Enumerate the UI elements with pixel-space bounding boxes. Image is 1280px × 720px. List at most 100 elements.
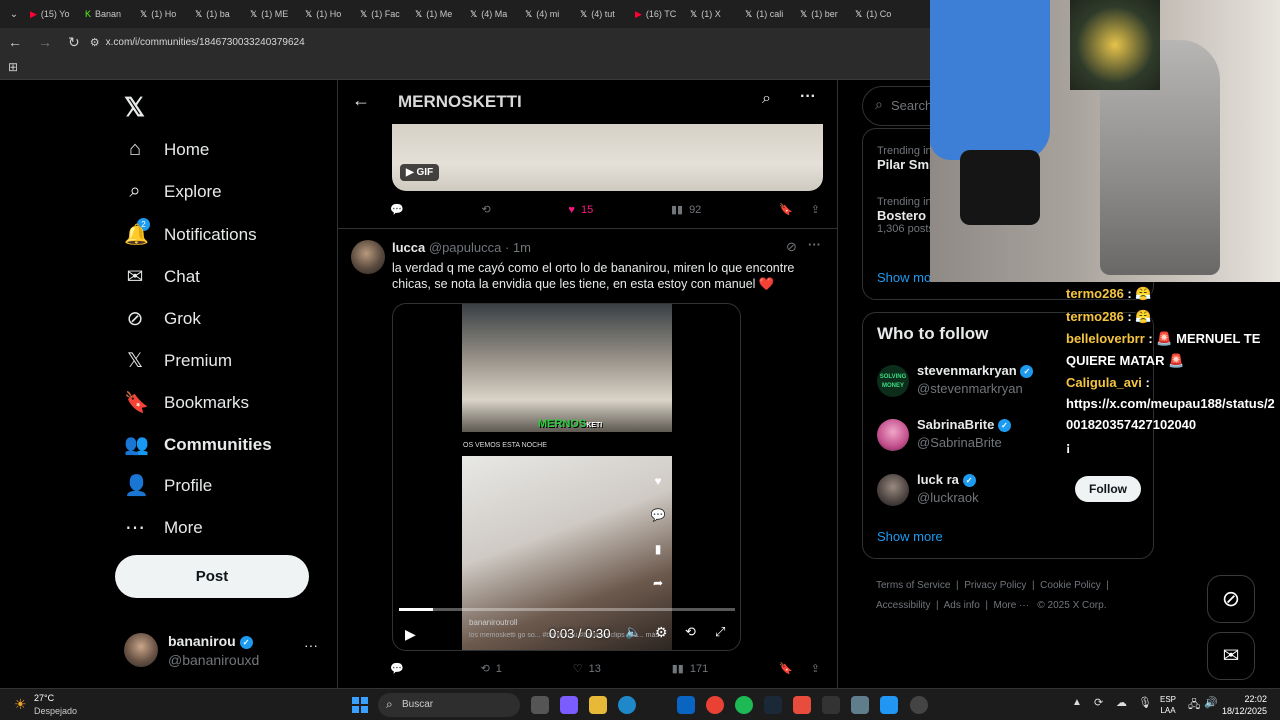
footer-link[interactable]: Terms of Service [876,580,950,591]
volume-icon[interactable]: 🔊 [1204,696,1218,709]
browser-tab[interactable]: 𝕏 (1) Fac [354,1,409,27]
taskbar-search[interactable]: ⌕ Buscar [378,693,520,717]
chrome-icon[interactable] [706,696,724,714]
apps-grid-icon[interactable]: ⊞ [8,60,18,74]
app-icon[interactable] [851,696,869,714]
rotate-icon[interactable]: ⟲ [685,624,696,640]
browser-tab[interactable]: K Banan [79,1,134,27]
views-button[interactable]: ▮▮ 92 [671,203,701,217]
author-avatar[interactable] [351,240,385,274]
browser-tab[interactable]: ▶ (16) TC [629,1,684,27]
task-view-icon[interactable] [531,696,549,714]
play-icon[interactable]: ▶ [405,626,416,643]
site-info-icon[interactable]: ⚙ [90,36,100,49]
browser-tab[interactable]: 𝕏 (1) ME [244,1,299,27]
author-handle[interactable]: @papulucca [429,240,501,255]
account-switcher[interactable]: bananirou ✓ @bananirouxd ··· [124,633,324,669]
browser-tab[interactable]: 𝕏 (1) X [684,1,739,27]
weather-widget[interactable]: ☀ 27°C Despejado [14,692,94,718]
repost-button[interactable]: ⟲ 1 [481,662,502,676]
nav-item-explore[interactable]: ⌕ Explore [124,180,221,203]
nav-item-premium[interactable]: 𝕏 Premium [124,348,232,373]
outlook-icon[interactable] [677,696,695,714]
nav-item-profile[interactable]: 👤 Profile [124,473,212,498]
nav-item-home[interactable]: ⌂ Home [124,138,209,161]
share-icon[interactable]: ⇪ [811,203,820,216]
footer-link[interactable]: More ··· [994,600,1030,611]
search-icon[interactable]: ⌕ [762,90,771,108]
trend-item[interactable]: Trending in Bostero 1,306 posts [877,196,934,235]
tweet[interactable]: lucca @papulucca · 1m ⊘ ··· la verdad q … [338,229,837,688]
microphone-icon[interactable]: 🎙 [1138,696,1152,709]
browser-tab[interactable]: 𝕏 (1) Ho [299,1,354,27]
taskbar-search-input[interactable]: Buscar [402,699,433,710]
reply-button[interactable]: 💬 [390,662,410,675]
bookmark-icon[interactable]: 🔖 [779,203,793,216]
browser-tab[interactable]: 𝕏 (1) cali [739,1,794,27]
views-button[interactable]: ▮▮ 171 [672,662,708,676]
video-player[interactable]: MERNOSKETI OS VEMOS ESTA NOCHE ♥ 💬 ▮ ➦ b… [392,303,741,651]
nav-item-notifications[interactable]: 🔔 Notifications [124,222,257,247]
language-indicator[interactable]: ESP LAA [1160,694,1176,716]
app-icon[interactable] [880,696,898,714]
forward-arrow-icon[interactable]: → [38,34,52,50]
nav-item-communities[interactable]: 👥 Communities [124,432,272,457]
nav-item-more[interactable]: ⋯ More [124,515,203,540]
follow-suggestion[interactable]: luck ra ✓ @luckraok Follow [877,472,1141,512]
copilot-icon[interactable] [560,696,578,714]
follow-button[interactable]: Follow [1075,476,1141,502]
search-input[interactable]: Search [891,98,932,113]
back-arrow-icon[interactable]: ← [8,34,22,50]
clock[interactable]: 22:02 18/12/2025 [1222,693,1267,717]
tray-icon[interactable]: ☁ [1116,696,1127,709]
nav-item-chat[interactable]: ✉ Chat [124,264,200,289]
footer-link[interactable]: Privacy Policy [964,580,1026,591]
author-name[interactable]: lucca [392,240,425,255]
more-dots-icon[interactable]: ··· [304,637,318,653]
chevron-up-icon[interactable]: ▲ [1072,697,1082,708]
more-dots-icon[interactable]: ··· [800,88,816,106]
video-progress-track[interactable] [399,608,735,611]
browser-tab[interactable]: 𝕏 (1) Me [409,1,464,27]
browser-tab[interactable]: 𝕏 (4) Ma [464,1,519,27]
back-arrow-icon[interactable]: ← [352,90,370,111]
footer-link[interactable]: Accessibility [876,600,930,611]
trend-item[interactable]: Trending in Pilar Smit [877,145,937,172]
browser-tab[interactable]: ▶ (15) Yo [24,1,79,27]
like-button[interactable]: ♥ 15 [568,204,593,216]
tray-icon[interactable]: ⟳ [1094,696,1103,709]
nav-item-bookmarks[interactable]: 🔖 Bookmarks [124,390,249,415]
fullscreen-icon[interactable]: ⤢ [715,624,725,640]
browser-tab[interactable]: 𝕏 (1) ba [189,1,244,27]
reload-icon[interactable]: ↻ [68,34,80,51]
browser-tab[interactable]: 𝕏 (1) Ho [134,1,189,27]
show-more-link[interactable]: Show more [877,529,943,544]
browser-tab[interactable]: 𝕏 (4) tut [574,1,629,27]
volume-icon[interactable]: 🔈 [625,624,641,640]
bookmark-icon[interactable]: 🔖 [779,662,793,675]
post-button[interactable]: Post [115,555,309,598]
show-more-trends-link[interactable]: Show mo [877,270,931,285]
browser-tab[interactable]: 𝕏 (1) ber [794,1,849,27]
network-icon[interactable]: 🖧 [1188,696,1200,715]
app-icon[interactable] [910,696,928,714]
nav-item-grok[interactable]: ⊘ Grok [124,306,201,331]
repost-button[interactable]: ⟲ [481,203,490,216]
browser-tab[interactable]: 𝕏 (4) mi [519,1,574,27]
grok-fab[interactable]: ⊘ [1207,575,1255,623]
spotify-icon[interactable] [735,696,753,714]
grok-icon[interactable]: ⊘ [786,239,797,255]
x-logo-icon[interactable]: 𝕏 [124,92,145,123]
edge-icon[interactable] [618,696,636,714]
settings-icon[interactable]: ⚙ [655,624,668,641]
reply-button[interactable]: 💬 [390,203,404,216]
app-icon[interactable] [822,696,840,714]
more-dots-icon[interactable]: ··· [808,237,821,252]
previous-post-gif[interactable]: ▶ GIF [392,124,823,191]
messages-fab[interactable]: ✉ [1207,632,1255,680]
footer-link[interactable]: Ads info [944,600,980,611]
share-icon[interactable]: ⇪ [811,662,820,675]
url-field[interactable]: x.com/i/communities/1846730033240379624 [106,37,305,48]
file-explorer-icon[interactable] [589,696,607,714]
footer-link[interactable]: Cookie Policy [1040,580,1101,591]
